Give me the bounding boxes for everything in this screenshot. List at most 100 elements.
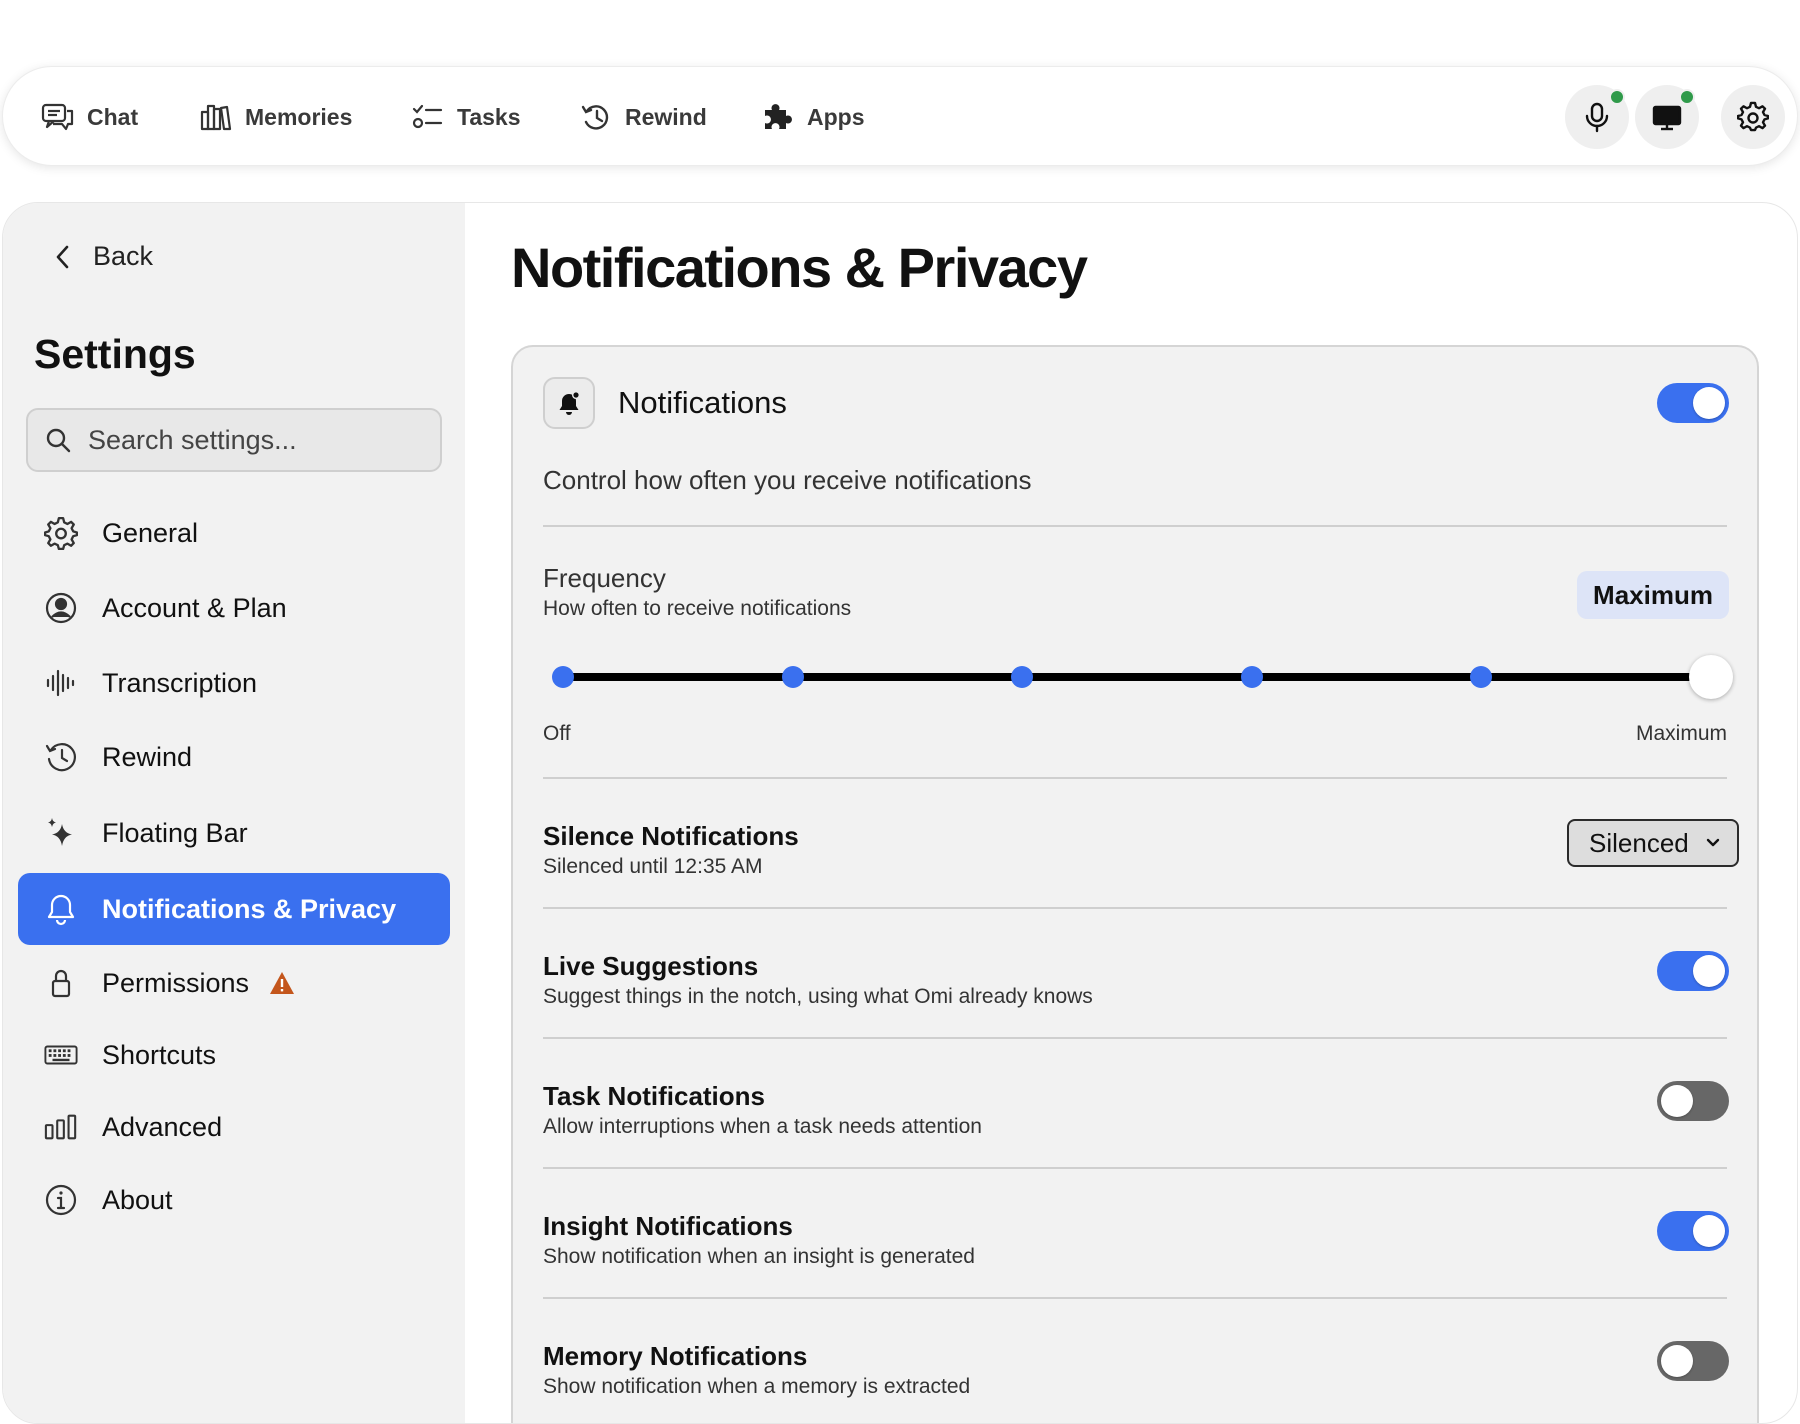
sidebar-item-permissions[interactable]: Permissions (18, 947, 450, 1019)
settings-panel: Back Settings General Account & Plan (2, 202, 1798, 1424)
sidebar-item-label: Permissions (102, 967, 250, 998)
notifications-description: Control how often you receive notificati… (543, 465, 1032, 495)
sidebar-item-label: About (102, 1184, 173, 1215)
nav-apps[interactable]: Apps (761, 99, 865, 135)
sidebar-item-label: Rewind (102, 741, 193, 772)
sidebar-item-account[interactable]: Account & Plan (18, 572, 450, 644)
back-button[interactable]: Back (51, 241, 153, 272)
bell-badge-icon (559, 391, 580, 415)
divider (543, 907, 1727, 909)
microphone-icon (1585, 102, 1609, 133)
divider (543, 525, 1727, 527)
nav-memories[interactable]: Memories (199, 99, 352, 135)
nav-apps-label: Apps (807, 103, 865, 130)
sidebar-item-general[interactable]: General (18, 497, 450, 569)
keyboard-icon (44, 1045, 78, 1065)
slider-stop (1240, 666, 1263, 688)
slider-stop (1011, 666, 1034, 688)
silence-sub: Silenced until 12:35 AM (543, 855, 763, 878)
back-label: Back (93, 241, 154, 271)
sidebar-item-notifications-privacy[interactable]: Notifications & Privacy (18, 873, 450, 945)
sidebar-item-label: Account & Plan (102, 592, 287, 623)
toggle-knob (1661, 1345, 1693, 1377)
task-notifications-title: Task Notifications (543, 1081, 766, 1111)
sidebar-item-label: Transcription (102, 667, 258, 698)
settings-sidebar: Back Settings General Account & Plan (3, 203, 465, 1423)
task-notifications-sub: Allow interruptions when a task needs at… (543, 1115, 982, 1138)
nav-chat[interactable]: Chat (41, 99, 138, 135)
frequency-slider[interactable] (543, 647, 1733, 707)
sidebar-item-label: Notifications & Privacy (102, 893, 397, 924)
slider-stop (781, 666, 804, 688)
silence-title: Silence Notifications (543, 821, 799, 851)
gear-icon (1737, 101, 1769, 132)
slider-stop (1470, 666, 1493, 688)
slider-stop (552, 666, 574, 688)
sidebar-item-rewind[interactable]: Rewind (18, 721, 450, 793)
screen-icon (1652, 105, 1682, 131)
sidebar-item-about[interactable]: About (18, 1164, 450, 1236)
chevron-left-icon (56, 245, 69, 268)
waveform-icon (46, 669, 75, 697)
search-input[interactable] (86, 423, 426, 457)
sidebar-item-label: General (102, 517, 199, 548)
live-suggestions-title: Live Suggestions (543, 951, 759, 981)
live-suggestions-toggle[interactable] (1657, 951, 1729, 991)
slider-thumb[interactable] (1689, 655, 1733, 699)
page-title: Notifications & Privacy (511, 236, 1088, 299)
chart-bars-icon (44, 1114, 77, 1140)
nav-rewind[interactable]: Rewind (579, 99, 707, 135)
sidebar-item-floating-bar[interactable]: Floating Bar (18, 797, 450, 869)
screen-capture-button[interactable] (1635, 85, 1699, 149)
silence-select-value: Silenced (1589, 827, 1689, 858)
notifications-card: Notifications Control how often you rece… (511, 345, 1759, 1423)
settings-content: Notifications & Privacy Notifications Co… (465, 203, 1797, 1423)
insight-notifications-sub: Show notification when an insight is gen… (543, 1245, 975, 1268)
search-field[interactable] (26, 408, 442, 472)
toggle-knob (1693, 387, 1725, 419)
memories-icon (200, 104, 232, 131)
microphone-live-indicator (1609, 89, 1625, 105)
tasks-icon (412, 104, 443, 129)
nav-memories-label: Memories (245, 103, 353, 130)
slider-track (563, 673, 1711, 681)
notifications-title: Notifications (618, 385, 787, 420)
gear-icon (44, 516, 78, 550)
notifications-card-icon (543, 377, 595, 429)
sidebar-title: Settings (34, 331, 196, 377)
silence-select[interactable]: Silenced (1567, 819, 1739, 867)
slider-max-label: Maximum (1635, 722, 1727, 745)
insight-notifications-title: Insight Notifications (543, 1211, 793, 1241)
toggle-knob (1661, 1085, 1693, 1117)
sparkle-icon (48, 818, 72, 846)
nav-rewind-label: Rewind (625, 103, 707, 130)
memory-notifications-sub: Show notification when a memory is extra… (543, 1375, 971, 1398)
slider-min-label: Off (543, 722, 571, 745)
warning-icon (270, 972, 295, 994)
microphone-button[interactable] (1565, 85, 1629, 149)
settings-button[interactable] (1721, 85, 1785, 149)
account-icon (45, 592, 77, 624)
notifications-toggle[interactable] (1657, 383, 1729, 423)
insight-notifications-toggle[interactable] (1657, 1211, 1729, 1251)
live-suggestions-sub: Suggest things in the notch, using what … (543, 985, 1093, 1008)
sidebar-item-shortcuts[interactable]: Shortcuts (18, 1019, 450, 1091)
memory-notifications-title: Memory Notifications (543, 1341, 808, 1371)
toggle-knob (1693, 955, 1725, 987)
puzzle-icon (765, 104, 792, 129)
nav-tasks[interactable]: Tasks (411, 99, 521, 135)
divider (543, 1297, 1727, 1299)
rewind-icon (45, 743, 76, 772)
sidebar-item-label: Shortcuts (102, 1039, 217, 1070)
screen-live-indicator (1679, 89, 1695, 105)
sidebar-item-advanced[interactable]: Advanced (18, 1091, 450, 1163)
divider (543, 1037, 1727, 1039)
frequency-value-badge: Maximum (1577, 571, 1729, 619)
sidebar-item-transcription[interactable]: Transcription (18, 647, 450, 719)
memory-notifications-toggle[interactable] (1657, 1341, 1729, 1381)
sidebar-item-label: Floating Bar (102, 817, 248, 848)
task-notifications-toggle[interactable] (1657, 1081, 1729, 1121)
nav-chat-label: Chat (87, 103, 139, 130)
chat-icon (41, 103, 74, 131)
lock-icon (51, 969, 71, 998)
